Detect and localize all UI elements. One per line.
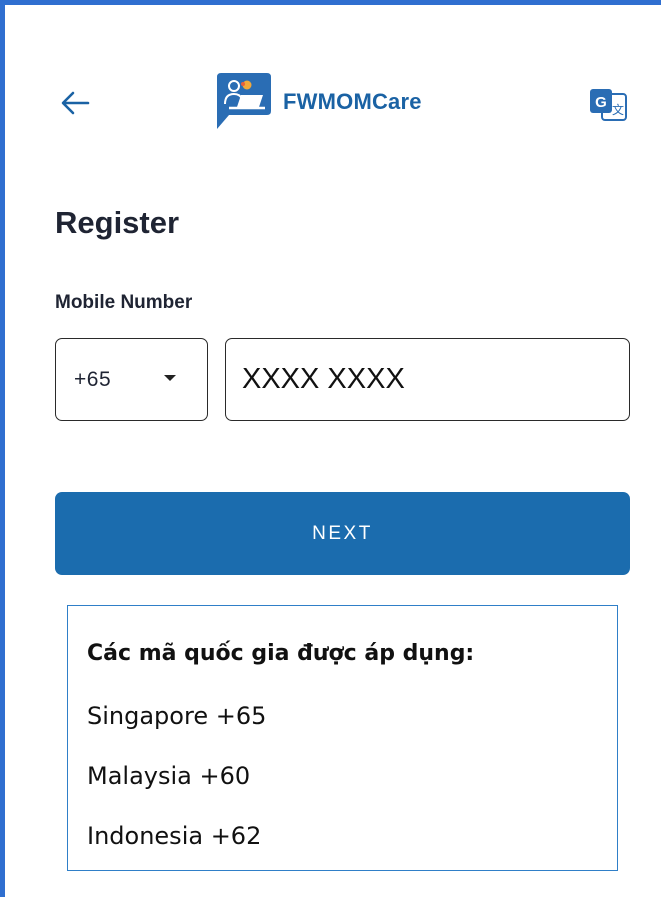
info-title: Các mã quốc gia được áp dụng: — [87, 641, 475, 666]
fwmomcare-logo-icon — [217, 73, 271, 129]
svg-text:文: 文 — [612, 102, 624, 117]
mobile-number-label: Mobile Number — [55, 292, 193, 313]
back-button[interactable] — [57, 85, 93, 121]
country-code-dropdown[interactable]: +65 — [55, 338, 208, 421]
page-title: Register — [55, 205, 180, 240]
translate-button[interactable]: G 文 — [588, 87, 628, 123]
caret-down-icon — [164, 375, 176, 381]
svg-text:G: G — [595, 94, 607, 111]
country-code-item: Malaysia +60 — [87, 762, 251, 790]
country-code-item: Indonesia +62 — [87, 822, 262, 850]
country-code-item: Singapore +65 — [87, 702, 267, 730]
country-code-value: +65 — [74, 367, 112, 391]
translate-icon: G 文 — [590, 89, 627, 121]
app-screen: FWMOMCare G 文 Register Mobile Number +65… — [0, 0, 661, 897]
arrow-left-icon — [61, 91, 90, 115]
next-button[interactable]: NEXT — [55, 492, 630, 575]
mobile-number-input[interactable] — [225, 338, 630, 421]
country-codes-info-box: Các mã quốc gia được áp dụng: Singapore … — [67, 605, 618, 871]
brand-header: FWMOMCare — [213, 71, 422, 133]
brand-name: FWMOMCare — [283, 89, 422, 114]
